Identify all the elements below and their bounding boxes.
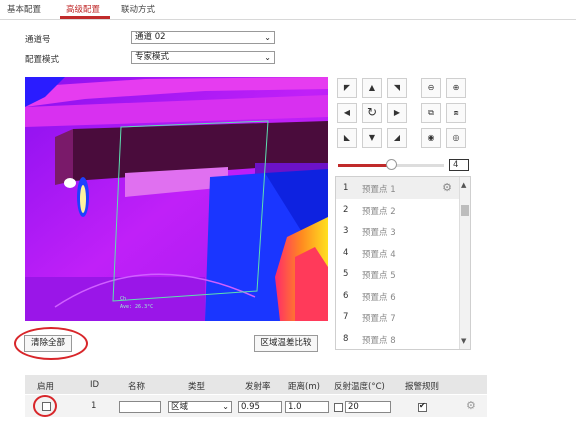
channel-select[interactable]: 通道 02 ⌄: [131, 31, 275, 44]
ptz-left-button[interactable]: ◀: [337, 103, 357, 123]
col-name: 名称: [128, 382, 146, 392]
chevron-up-icon[interactable]: ▲: [461, 181, 466, 189]
col-emissivity: 发射率: [245, 382, 271, 392]
col-id: ID: [90, 380, 100, 390]
zoom-in-icon[interactable]: ⊕: [446, 78, 466, 98]
chevron-down-icon: ⌄: [264, 33, 271, 42]
focus-near-icon[interactable]: ⧉: [421, 103, 441, 123]
scrollbar-thumb[interactable]: [461, 205, 469, 216]
type-select[interactable]: 区域 ⌄: [168, 401, 232, 413]
mode-select-value: 专家模式: [135, 52, 170, 62]
preset-name: 预置点 5: [362, 271, 396, 281]
chevron-down-icon: ⌄: [264, 53, 271, 62]
active-tab-indicator: [60, 16, 110, 19]
col-alarm-rule: 报警规则: [405, 382, 440, 392]
gear-icon[interactable]: ⚙: [466, 399, 476, 412]
preset-name: 预置点 8: [362, 335, 396, 346]
ptz-speed-value: 4: [449, 159, 469, 171]
tab-linkage[interactable]: 联动方式: [121, 3, 155, 15]
preset-item[interactable]: 6 预置点 6: [336, 285, 460, 307]
preset-name: 预置点 6: [362, 292, 396, 303]
iris-open-icon[interactable]: ◉: [421, 128, 441, 148]
gear-icon[interactable]: ⚙: [442, 181, 452, 194]
col-distance: 距离(m): [288, 382, 320, 392]
preset-name: 预置点 2: [362, 206, 396, 217]
ptz-auto-button[interactable]: ↻: [362, 103, 382, 123]
table-row: 1 区域 ⌄ 0.95 1.0 20 ⚙: [25, 395, 487, 417]
alarm-rule-checkbox[interactable]: [418, 401, 427, 412]
row-id: 1: [91, 401, 97, 411]
col-type: 类型: [188, 382, 206, 392]
channel-select-value: 通道 02: [135, 32, 166, 42]
preset-name: 预置点 3: [362, 228, 396, 238]
distance-input[interactable]: 1.0: [285, 401, 329, 413]
table-header: 启用 ID 名称 类型 发射率 距离(m) 反射温度(°C) 报警规则: [25, 375, 487, 394]
chevron-down-icon: ⌄: [222, 402, 229, 411]
channel-label: 通道号: [25, 35, 51, 45]
preset-list[interactable]: 1 预置点 1 ⚙ 2 预置点 2 3 预置点 3 4 预置点 4 5 预置点 …: [335, 176, 471, 350]
ptz-right-down-button[interactable]: ◢: [387, 128, 407, 148]
thermal-image: Ch Ave: 26.3°C: [25, 77, 328, 321]
mode-select[interactable]: 专家模式 ⌄: [131, 51, 275, 64]
thermal-video-view[interactable]: Ch Ave: 26.3°C: [25, 77, 328, 321]
reflect-temp-checkbox[interactable]: [334, 403, 343, 412]
ptz-left-up-button[interactable]: ◤: [337, 78, 357, 98]
tab-basic-config[interactable]: 基本配置: [7, 3, 41, 15]
preset-name: 预置点 4: [362, 249, 396, 260]
focus-far-icon[interactable]: ⧈: [446, 103, 466, 123]
zoom-out-icon[interactable]: ⊖: [421, 78, 441, 98]
annotation-circle: [33, 395, 57, 417]
ptz-speed-slider-fill: [338, 164, 391, 167]
preset-item[interactable]: 2 预置点 2: [336, 199, 460, 221]
tab-bar: 基本配置 高级配置 联动方式: [0, 0, 576, 20]
preset-item[interactable]: 1 预置点 1 ⚙: [336, 177, 460, 199]
col-enable: 启用: [37, 382, 55, 392]
type-select-value: 区域: [171, 402, 189, 412]
region-temp-compare-button[interactable]: 区域温差比较: [254, 335, 318, 352]
preset-name: 预置点 7: [362, 314, 396, 324]
preset-item[interactable]: 4 预置点 4: [336, 242, 460, 264]
tab-advanced-config[interactable]: 高级配置: [66, 3, 100, 15]
ptz-up-button[interactable]: ▲: [362, 78, 382, 98]
preset-item[interactable]: 5 预置点 5: [336, 263, 460, 285]
preset-item[interactable]: 8 预置点 8: [336, 328, 460, 350]
ptz-speed-slider-handle[interactable]: [386, 159, 397, 170]
preset-number: 2: [343, 204, 349, 215]
iris-close-icon[interactable]: ◎: [446, 128, 466, 148]
ptz-left-down-button[interactable]: ◣: [337, 128, 357, 148]
preset-number: 6: [343, 290, 349, 301]
chevron-down-icon[interactable]: ▼: [461, 337, 466, 345]
ptz-down-button[interactable]: ▼: [362, 128, 382, 148]
ptz-right-up-button[interactable]: ◥: [387, 78, 407, 98]
preset-number: 4: [343, 247, 349, 258]
reflect-temp-input[interactable]: 20: [345, 401, 391, 413]
name-input[interactable]: [119, 401, 161, 413]
overlay-line2: Ave: 26.3°C: [120, 304, 153, 310]
preset-number: 1: [343, 183, 349, 193]
preset-number: 8: [343, 333, 349, 344]
preset-item[interactable]: 3 预置点 3: [336, 220, 460, 242]
col-reflect-temp: 反射温度(°C): [334, 382, 385, 392]
mode-label: 配置模式: [25, 55, 60, 65]
annotation-circle: [14, 327, 88, 360]
ptz-right-button[interactable]: ▶: [387, 103, 407, 123]
preset-name: 预置点 1: [362, 185, 396, 195]
preset-number: 7: [343, 312, 349, 322]
overlay-line1: Ch: [120, 296, 126, 302]
preset-item[interactable]: 7 预置点 7: [336, 306, 460, 328]
preset-list-scrollbar[interactable]: ▲ ▼: [459, 177, 470, 349]
emissivity-input[interactable]: 0.95: [238, 401, 282, 413]
preset-number: 5: [343, 269, 349, 279]
preset-number: 3: [343, 226, 349, 236]
